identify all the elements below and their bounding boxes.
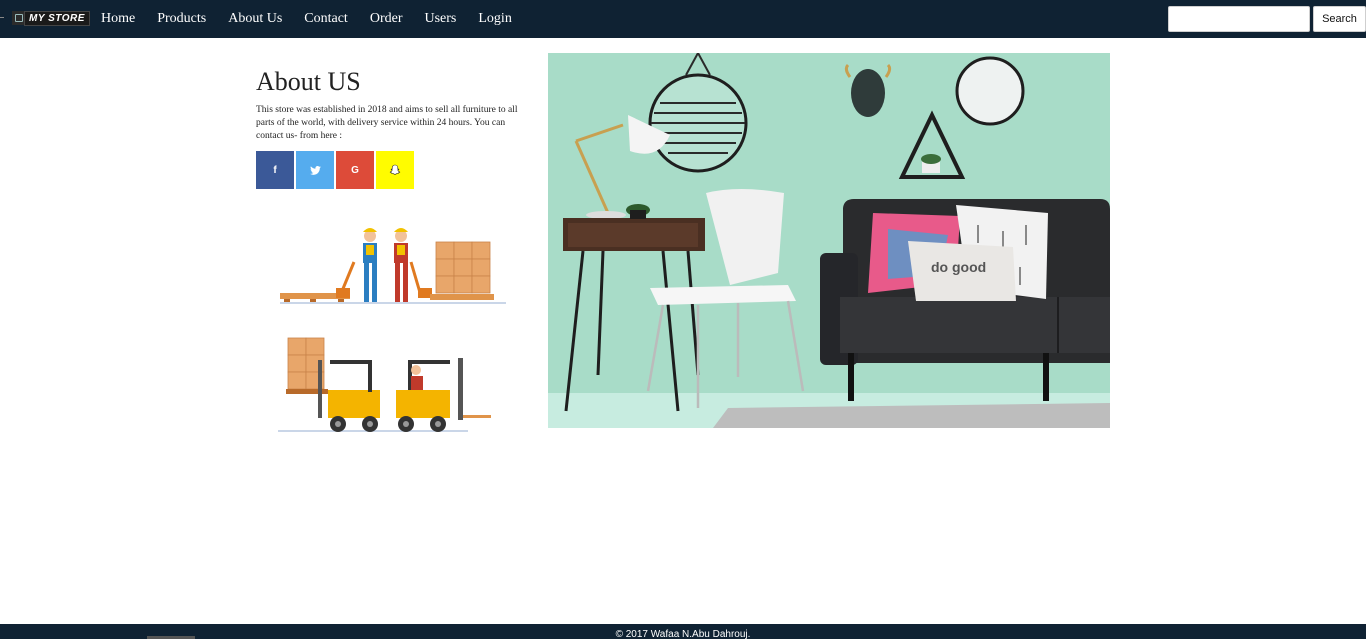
nav-link-home[interactable]: Home — [101, 11, 135, 27]
brand-name: MY STORE — [24, 10, 90, 26]
copyright-text: © 2017 Wafaa N.Abu Dahrouj. — [615, 629, 751, 639]
page-footer: © 2017 Wafaa N.Abu Dahrouj. — [0, 624, 1366, 639]
nav-link-users[interactable]: Users — [424, 11, 456, 27]
warehouse-workers-illustration — [278, 228, 506, 432]
snapchat-button[interactable] — [376, 151, 414, 189]
snapchat-icon — [389, 164, 401, 175]
facebook-icon: f — [273, 164, 277, 176]
top-navbar: MY STORE Home Products About Us Contact … — [0, 0, 1366, 38]
about-description: This store was established in 2018 and a… — [256, 105, 518, 141]
store-icon — [12, 11, 24, 25]
nav-link-contact[interactable]: Contact — [304, 11, 348, 27]
nav-links: Home Products About Us Contact Order Use… — [101, 0, 534, 38]
google-button[interactable]: G — [336, 151, 374, 189]
google-icon: G — [351, 164, 359, 176]
nav-link-about[interactable]: About Us — [228, 11, 282, 27]
social-links: f G — [256, 151, 416, 189]
nav-link-products[interactable]: Products — [157, 11, 206, 27]
brand-logo[interactable]: MY STORE — [0, 10, 90, 26]
twitter-icon — [309, 165, 321, 175]
search-button[interactable]: Search — [1313, 6, 1366, 32]
twitter-button[interactable] — [296, 151, 334, 189]
facebook-button[interactable]: f — [256, 151, 294, 189]
living-room-hero-image: do good — [548, 53, 1110, 428]
pillow-text: do good — [931, 259, 986, 275]
search-input[interactable] — [1168, 6, 1310, 32]
page-title: About US — [256, 67, 361, 96]
about-section: About US This store was established in 2… — [256, 66, 536, 143]
brand-edge — [0, 17, 4, 18]
nav-link-login[interactable]: Login — [478, 11, 511, 27]
nav-link-order[interactable]: Order — [370, 11, 403, 27]
